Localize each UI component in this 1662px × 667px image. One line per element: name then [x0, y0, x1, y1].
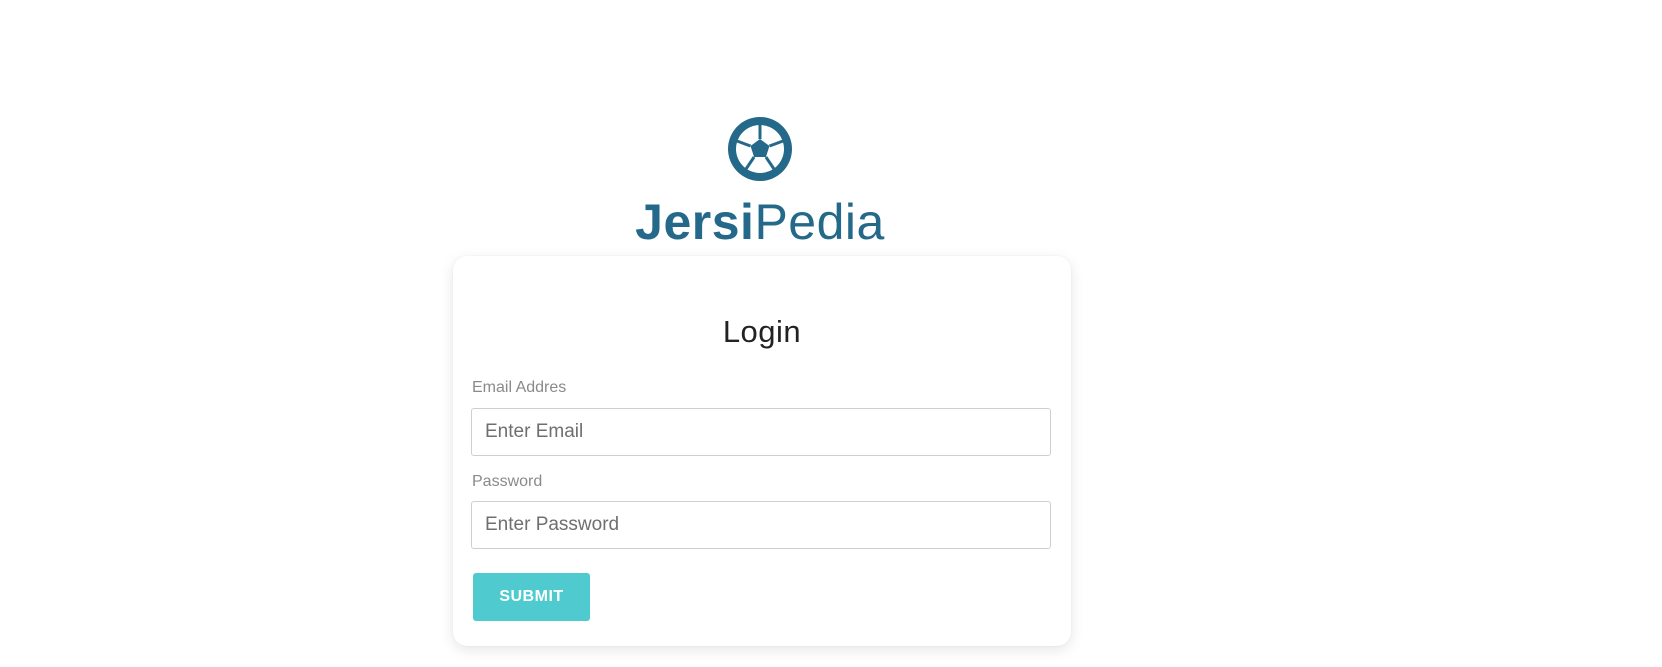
login-title: Login: [722, 314, 802, 349]
email-label: Email Addres: [472, 379, 567, 396]
brand-header: JersiPedia: [0, 117, 1520, 247]
login-card: Login Email Addres Password SUBMIT: [453, 256, 1071, 646]
soccer-ball-icon: [728, 117, 792, 181]
brand-name-bold: Jersi: [635, 194, 755, 250]
submit-button[interactable]: SUBMIT: [473, 573, 590, 621]
password-label: Password: [472, 473, 543, 490]
brand-name-light: Pedia: [754, 194, 885, 250]
password-field[interactable]: [471, 501, 1051, 549]
brand-name: JersiPedia: [635, 197, 885, 247]
email-field[interactable]: [471, 408, 1051, 456]
login-page: JersiPedia Login Email Addres Password S…: [0, 0, 1662, 667]
